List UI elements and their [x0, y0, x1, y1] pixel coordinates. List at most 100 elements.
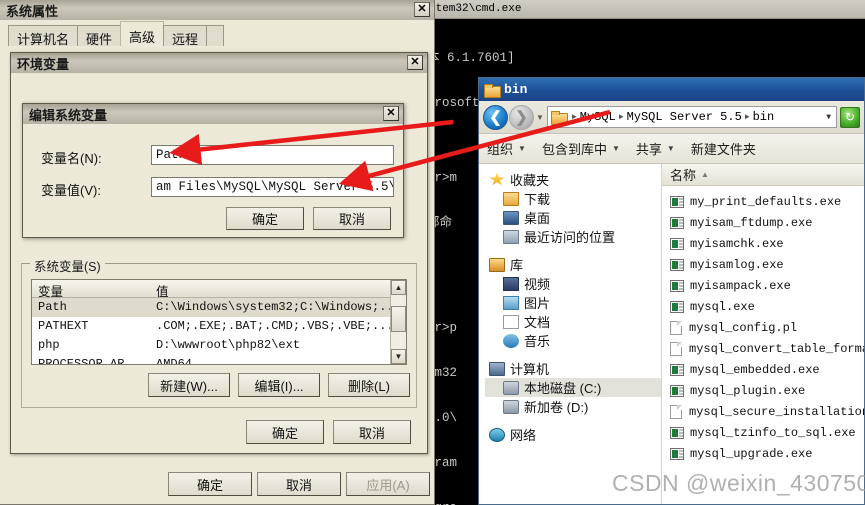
- file-name: mysql_convert_table_format.: [689, 341, 864, 356]
- file-list-item[interactable]: myisampack.exe: [662, 275, 864, 296]
- close-icon[interactable]: ✕: [383, 106, 399, 121]
- refresh-icon[interactable]: ↻: [840, 106, 860, 128]
- listbox-header[interactable]: 变量 值: [32, 280, 406, 299]
- close-icon[interactable]: ✕: [407, 55, 423, 70]
- nav-pane-item-label: 最近访问的位置: [524, 230, 616, 245]
- file-list-item[interactable]: mysql_config.pl: [662, 317, 864, 338]
- toolbar-new-folder-button[interactable]: 新建文件夹: [691, 139, 756, 158]
- file-list-item[interactable]: myisam_ftdump.exe: [662, 212, 864, 233]
- system-variable-row[interactable]: php D:\wwwroot\php82\ext: [32, 336, 406, 355]
- chevron-down-icon[interactable]: ▼: [536, 113, 544, 122]
- new-variable-button[interactable]: 新建(W)...: [148, 373, 230, 397]
- breadcrumb-separator: ►: [571, 112, 577, 122]
- toolbar-label: 组织: [487, 142, 514, 157]
- nav-pane-item[interactable]: 文档: [485, 312, 661, 331]
- chevron-down-icon[interactable]: ▼: [826, 113, 834, 122]
- forward-arrow-icon[interactable]: ❯: [509, 104, 534, 130]
- explorer-navigation-pane[interactable]: 收藏夹 下载桌面最近访问的位置库视频图片 文档 音乐计算机 本地磁盘 (C:) 新加卷 (…: [479, 164, 662, 504]
- system-variable-row[interactable]: PROCESSOR_AR... AMD64: [32, 355, 406, 365]
- screenshot-root: stem32\cmd.exe 本 6.1.7601] crosoft Corpo…: [0, 0, 865, 505]
- nav-pane-item[interactable]: 最近访问的位置: [485, 227, 661, 246]
- nav-pane-item[interactable]: 计算机: [485, 359, 661, 378]
- envvars-cancel-button[interactable]: 取消: [333, 420, 411, 444]
- file-list-item[interactable]: my_print_defaults.exe: [662, 191, 864, 212]
- tab-computer-name[interactable]: 计算机名: [8, 25, 79, 47]
- tab-remote[interactable]: 远程: [163, 25, 208, 47]
- doc-icon: [670, 341, 682, 356]
- variable-value-cell: AMD64: [156, 357, 193, 365]
- exe-icon: [670, 237, 684, 250]
- nav-pane-item[interactable]: 视频: [485, 274, 661, 293]
- variable-value-input[interactable]: am Files\MySQL\MySQL Server 5.5\bin: [151, 177, 394, 197]
- file-list-item[interactable]: mysql_embedded.exe: [662, 359, 864, 380]
- file-list-item[interactable]: mysql_plugin.exe: [662, 380, 864, 401]
- file-list-item[interactable]: myisamchk.exe: [662, 233, 864, 254]
- toolbar-include-in-library-button[interactable]: 包含到库中 ▼: [542, 139, 620, 158]
- nav-pane-item[interactable]: 本地磁盘 (C:): [485, 378, 661, 397]
- listbox-scrollbar[interactable]: ▲ ▼: [390, 280, 406, 364]
- explorer-window[interactable]: bin ❮ ❯ ▼ ► MySQL ► MySQL Server 5.5 ► b…: [478, 77, 865, 505]
- scrollbar-thumb[interactable]: [391, 306, 406, 332]
- desktop-icon: [503, 210, 519, 225]
- nav-pane-item[interactable]: 音乐: [485, 331, 661, 350]
- pictures-icon: [503, 295, 519, 310]
- sysprops-cancel-button[interactable]: 取消: [257, 472, 341, 496]
- environment-variables-title-bar: 环境变量 ✕: [11, 53, 427, 73]
- sysprops-ok-button[interactable]: 确定: [168, 472, 252, 496]
- system-variable-row[interactable]: Path C:\Windows\system32;C:\Windows;...: [32, 298, 406, 317]
- editvar-cancel-button[interactable]: 取消: [313, 207, 391, 230]
- file-name: my_print_defaults.exe: [690, 194, 842, 209]
- system-variable-row[interactable]: PATHEXT .COM;.EXE;.BAT;.CMD;.VBS;.VBE;...: [32, 317, 406, 336]
- nav-pane-item[interactable]: 网络: [485, 425, 661, 444]
- variable-name-cell: PATHEXT: [38, 319, 89, 333]
- nav-pane-item[interactable]: 下载: [485, 189, 661, 208]
- video-icon: [503, 276, 519, 291]
- envvars-ok-button[interactable]: 确定: [246, 420, 324, 444]
- explorer-file-pane[interactable]: 名称 ▲ my_print_defaults.exe myisam_ftdump.…: [662, 164, 864, 504]
- cmd-title-text: stem32\cmd.exe: [429, 3, 522, 15]
- toolbar-label: 包含到库中: [541, 142, 607, 157]
- edit-system-variable-dialog[interactable]: 编辑系统变量 ✕ 变量名(N): Path 变量值(V): am Files\M…: [22, 103, 404, 238]
- file-list-item[interactable]: mysql_secure_installation.p: [662, 401, 864, 422]
- system-variables-rows[interactable]: Path C:\Windows\system32;C:\Windows;... PA…: [32, 298, 406, 365]
- file-list-item[interactable]: mysql_convert_table_format.: [662, 338, 864, 359]
- system-variables-listbox[interactable]: 变量 值 Path C:\Windows\system32;C:\Windows;…: [31, 279, 407, 365]
- scroll-up-icon[interactable]: ▲: [391, 280, 406, 295]
- nav-pane-item[interactable]: 图片: [485, 293, 661, 312]
- breadcrumb-item[interactable]: MySQL: [580, 110, 616, 124]
- chevron-down-icon: ▼: [611, 144, 620, 153]
- file-name: mysql_tzinfo_to_sql.exe: [690, 425, 856, 440]
- nav-pane-item[interactable]: 收藏夹: [485, 170, 661, 189]
- nav-pane-item-label: 桌面: [524, 211, 551, 226]
- file-list-column-header[interactable]: 名称 ▲: [662, 164, 864, 186]
- toolbar-share-button[interactable]: 共享 ▼: [636, 139, 675, 158]
- chevron-down-icon: ▼: [518, 144, 526, 153]
- delete-variable-button[interactable]: 删除(L): [328, 373, 410, 397]
- editvar-ok-button[interactable]: 确定: [226, 207, 304, 230]
- breadcrumb-item[interactable]: bin: [753, 110, 775, 124]
- file-list-item[interactable]: mysql.exe: [662, 296, 864, 317]
- variable-value-cell: .COM;.EXE;.BAT;.CMD;.VBS;.VBE;...: [156, 319, 394, 333]
- file-list-item[interactable]: myisamlog.exe: [662, 254, 864, 275]
- tab-hardware[interactable]: 硬件: [77, 25, 122, 47]
- file-list[interactable]: my_print_defaults.exe myisam_ftdump.exemy…: [662, 186, 864, 464]
- nav-pane-item-label: 图片: [524, 296, 551, 311]
- nav-pane-item[interactable]: 新加卷 (D:): [485, 397, 661, 416]
- edit-variable-button[interactable]: 编辑(I)...: [238, 373, 320, 397]
- exe-icon: [670, 300, 684, 313]
- file-list-item[interactable]: mysql_tzinfo_to_sql.exe: [662, 422, 864, 443]
- back-arrow-icon[interactable]: ❮: [483, 104, 508, 130]
- variable-name-input[interactable]: Path: [151, 145, 394, 165]
- nav-pane-item[interactable]: 桌面: [485, 208, 661, 227]
- address-bar[interactable]: ► MySQL ► MySQL Server 5.5 ► bin ▼: [546, 106, 837, 128]
- downloads-icon: [503, 191, 519, 206]
- system-properties-tabs[interactable]: 计算机名 硬件 高级 远程: [0, 20, 434, 47]
- close-icon[interactable]: ✕: [414, 2, 430, 17]
- scroll-down-icon[interactable]: ▼: [391, 349, 406, 364]
- toolbar-organize-button[interactable]: 组织 ▼: [487, 139, 526, 158]
- file-list-item[interactable]: mysql_upgrade.exe: [662, 443, 864, 464]
- breadcrumb-item[interactable]: MySQL Server 5.5: [627, 110, 742, 124]
- tab-advanced[interactable]: 高级: [120, 21, 165, 46]
- file-name: myisam_ftdump.exe: [690, 215, 813, 230]
- nav-pane-item[interactable]: 库: [485, 255, 661, 274]
